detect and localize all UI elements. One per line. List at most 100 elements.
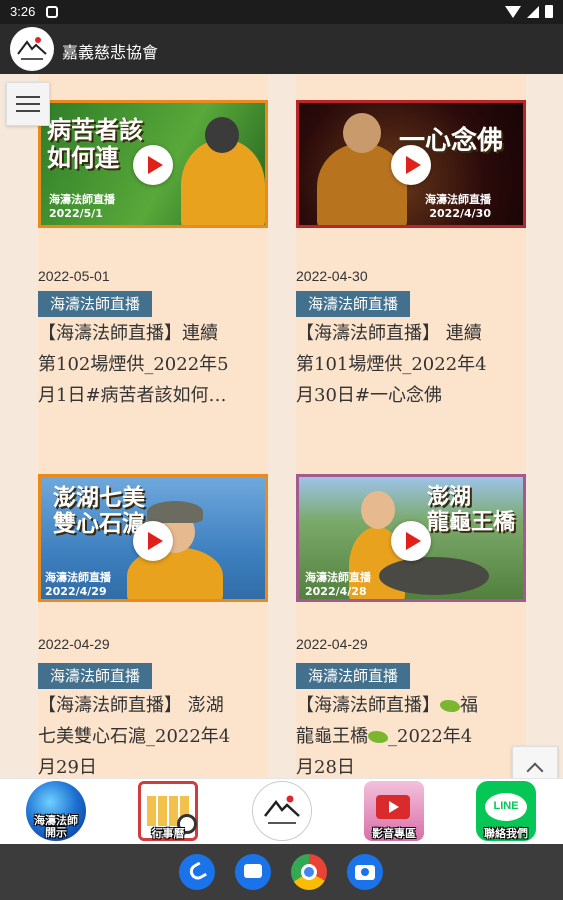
app-logo[interactable] (10, 27, 54, 71)
thumbnail-title-line2: 雙心石滬 (53, 511, 145, 538)
video-title[interactable]: 【海濤法師直播】連續 第102場煙供_2022年5 月1日#病苦者該如何… (38, 318, 274, 411)
thumbnail-title-line1: 澎湖七美 (53, 485, 145, 511)
logo-icon (252, 781, 312, 841)
video-title-line: 月30日#一心念佛 (296, 385, 442, 406)
category-badge[interactable]: 海濤法師直播 (296, 291, 411, 317)
play-triangle (389, 801, 399, 813)
nav-item-teachings[interactable]: 海濤法師 開示 (26, 781, 86, 841)
nav-item-label: 影音專區 (372, 827, 416, 840)
category-badge[interactable]: 海濤法師直播 (296, 663, 411, 689)
camera-lens (361, 868, 369, 876)
phone-glyph (186, 861, 208, 883)
video-title-text: 福 (460, 695, 478, 716)
thumbnail-date: 2022/4/30 (429, 206, 491, 220)
messages-icon[interactable] (235, 854, 271, 890)
thumbnail-title: 病苦者該 如何連 (47, 116, 143, 172)
thumbnail-tag: 海濤法師直播 2022/4/28 (305, 571, 371, 599)
video-list[interactable]: 病苦者該 如何連 海濤法師直播 2022/5/1 2022-05-01 海濤法師… (0, 74, 563, 778)
thumbnail-tag: 海濤法師直播 2022/5/1 (49, 193, 115, 221)
status-bar: 3:26 (0, 0, 563, 24)
video-title-line: 龍龜王橋 _2022年4 (296, 721, 532, 752)
nav-item-contact[interactable]: LINE 聯絡我們 (476, 781, 536, 841)
video-title-line: 第101場煙供_2022年4 (296, 354, 487, 375)
nav-item-label: 行事曆 (151, 827, 185, 840)
thumbnail-tag-text: 海濤法師直播 (49, 193, 115, 206)
menu-line (16, 103, 40, 105)
thumbnail-tag: 海濤法師直播 2022/4/29 (45, 571, 111, 599)
video-title-text: 【海濤法師直播】 (296, 695, 440, 716)
play-icon[interactable] (133, 521, 173, 561)
video-title[interactable]: 【海濤法師直播】 澎湖 七美雙心石滬_2022年4 月29日 (38, 690, 274, 778)
chevron-up-icon (526, 762, 544, 780)
thumbnail-tag-text: 海濤法師直播 (425, 193, 491, 206)
nav-item-home-logo[interactable] (252, 781, 312, 841)
turtle-statue (379, 557, 489, 595)
monk-head (361, 491, 395, 529)
app-title: 嘉義慈悲協會 (62, 43, 159, 62)
category-badge[interactable]: 海濤法師直播 (38, 663, 153, 689)
thumbnail-title-line1: 病苦者該 (47, 116, 143, 144)
play-icon[interactable] (391, 521, 431, 561)
app-bar: 嘉義慈悲協會 (0, 24, 563, 74)
thumbnail-title-line1: 澎湖 (427, 485, 472, 510)
category-badge[interactable]: 海濤法師直播 (38, 291, 153, 317)
mountain-logo-icon (17, 37, 47, 60)
video-title-line: 月29日 (38, 757, 97, 778)
video-thumbnail[interactable]: 澎湖 龍龜王橋 海濤法師直播 2022/4/28 (296, 474, 526, 602)
video-date: 2022-04-29 (38, 636, 110, 652)
dragon-emoji-icon (440, 700, 460, 712)
thumbnail-title-line2: 如何連 (47, 143, 119, 172)
video-title-line: 七美雙心石滬_2022年4 (38, 726, 231, 747)
dragon-emoji-icon (368, 731, 388, 743)
hat-shape (147, 501, 203, 523)
thumbnail-title: 澎湖七美 雙心石滬 (53, 485, 145, 538)
thumbnail-title-line2: 龍龜王橋 (427, 510, 516, 536)
video-thumbnail[interactable]: 一心念佛 海濤法師直播 2022/4/30 (296, 100, 526, 228)
video-date: 2022-04-29 (296, 636, 368, 652)
monk-head (205, 117, 239, 153)
chrome-icon[interactable] (291, 854, 327, 890)
thumbnail-title: 澎湖 龍龜王橋 (427, 485, 515, 536)
thumbnail-tag-text: 海濤法師直播 (305, 571, 371, 584)
video-title-text: _2022年4 (388, 726, 473, 747)
battery-icon (545, 5, 553, 18)
play-icon[interactable] (391, 145, 431, 185)
nav-item-label: 海濤法師 開示 (34, 813, 78, 839)
menu-line (16, 110, 40, 112)
video-title-text: 龍龜王橋 (296, 726, 368, 747)
message-bubble (244, 864, 262, 878)
nav-item-video[interactable]: 影音專區 (364, 781, 424, 841)
monk-head (343, 113, 381, 153)
notification-icon (46, 6, 58, 18)
thumbnail-date: 2022/4/28 (305, 584, 367, 598)
line-logo-text: LINE (493, 800, 519, 812)
bottom-nav: 海濤法師 開示 行事曆 影音專區 LINE 聯絡我們 (0, 778, 563, 844)
video-title-line: 【海濤法師直播】福 (296, 690, 532, 721)
video-thumbnail[interactable]: 病苦者該 如何連 海濤法師直播 2022/5/1 (38, 100, 268, 228)
thumbnail-tag: 海濤法師直播 2022/4/30 (425, 193, 491, 221)
menu-line (16, 96, 40, 98)
video-thumbnail[interactable]: 澎湖七美 雙心石滬 海濤法師直播 2022/4/29 (38, 474, 268, 602)
wifi-icon (505, 5, 521, 18)
nav-item-calendar[interactable]: 行事曆 (138, 781, 198, 841)
video-title-line: 第102場煙供_2022年5 (38, 354, 229, 375)
play-icon[interactable] (133, 145, 173, 185)
thumbnail-date: 2022/4/29 (45, 584, 107, 598)
camera-icon[interactable] (347, 854, 383, 890)
system-icons (505, 5, 553, 18)
video-title-line: 【海濤法師直播】 連續 (296, 323, 482, 344)
video-title-line: 月1日#病苦者該如何… (38, 385, 227, 406)
chrome-center (301, 864, 317, 880)
video-title-line: 【海濤法師直播】 澎湖 (38, 695, 224, 716)
signal-icon (527, 5, 539, 18)
hamburger-menu-icon[interactable] (6, 82, 50, 126)
status-time: 3:26 (10, 4, 36, 19)
video-title-line: 【海濤法師直播】連續 (38, 323, 218, 344)
video-title[interactable]: 【海濤法師直播】 連續 第101場煙供_2022年4 月30日#一心念佛 (296, 318, 532, 411)
video-date: 2022-04-30 (296, 268, 368, 284)
video-title[interactable]: 【海濤法師直播】福 龍龜王橋 _2022年4 月28日 (296, 690, 532, 778)
system-dock (0, 844, 563, 900)
mountain-logo-icon (264, 795, 300, 824)
thumbnail-date: 2022/5/1 (49, 206, 103, 220)
phone-icon[interactable] (179, 854, 215, 890)
